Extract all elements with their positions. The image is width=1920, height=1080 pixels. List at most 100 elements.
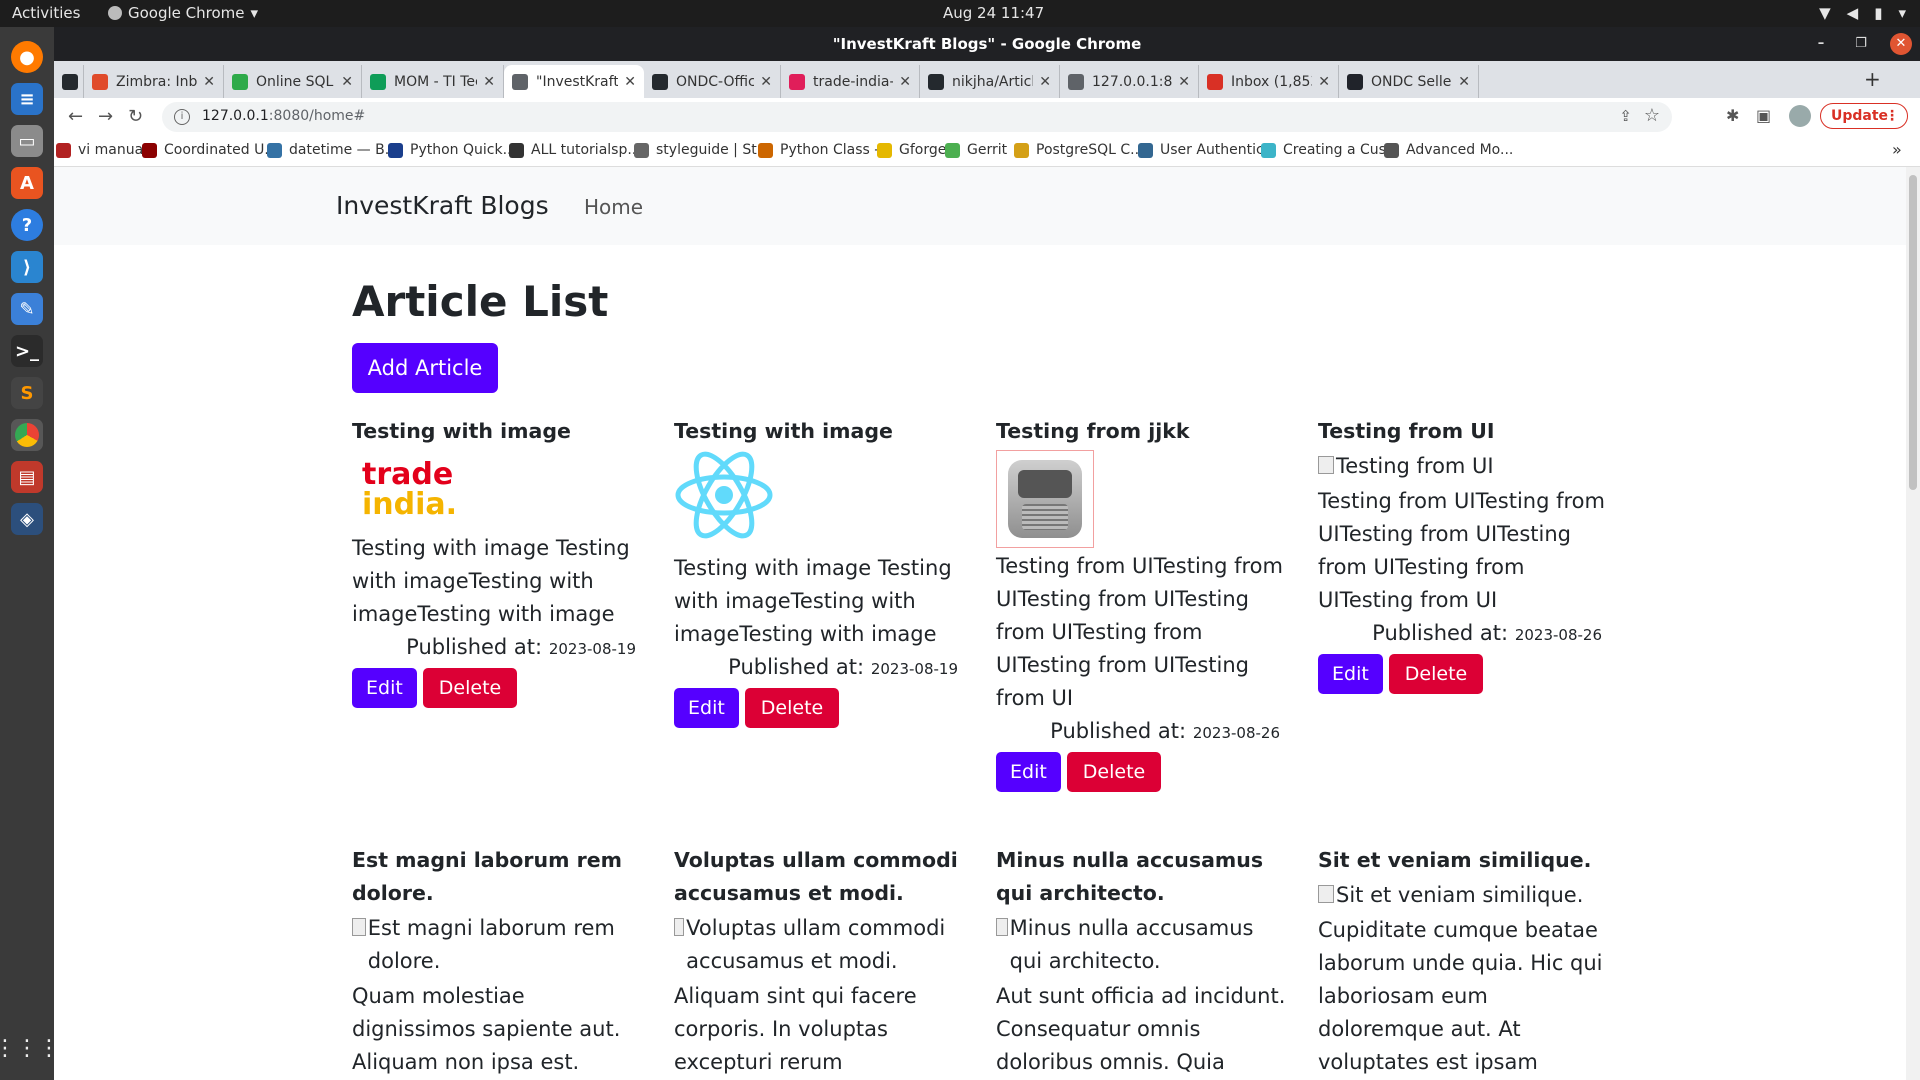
edit-button[interactable]: Edit [674, 688, 739, 728]
software-center-icon[interactable]: A [11, 167, 43, 199]
site-brand[interactable]: InvestKraft Blogs [336, 191, 549, 220]
chrome-dock-icon[interactable] [11, 419, 43, 451]
bookmark-item[interactable]: ALL tutorialsp... [509, 142, 641, 158]
bookmark-item[interactable]: Gerrit [945, 142, 1007, 158]
tab[interactable]: ONDC Seller Ap ✕ [1339, 65, 1479, 98]
reload-icon[interactable]: ↻ [128, 106, 143, 127]
tab-close-icon[interactable]: ✕ [1458, 74, 1470, 90]
tab[interactable]: trade-india-dev ✕ [781, 65, 920, 98]
tab[interactable]: 127.0.0.1:8080/ ✕ [1060, 65, 1199, 98]
published-date: 2023-08-26 [1514, 626, 1602, 644]
tab-close-icon[interactable]: ✕ [1039, 74, 1051, 90]
tab[interactable]: Zimbra: Inbox (✕ [84, 65, 224, 98]
dock: ● ≡ ▭ A ? ⟩ ✎ >_ S ▤ ◈ ⋮⋮⋮ [0, 27, 60, 1080]
add-article-button[interactable]: Add Article [352, 343, 498, 393]
tab[interactable] [54, 65, 84, 98]
document-viewer-icon[interactable]: ▤ [11, 461, 43, 493]
edit-button[interactable]: Edit [352, 668, 417, 708]
broken-image: Est magni laborum rem dolore. [352, 912, 642, 978]
tab[interactable]: MOM - TI Tech T ✕ [362, 65, 504, 98]
side-panel-icon[interactable]: ▣ [1756, 106, 1771, 125]
bookmark-favicon-icon [56, 142, 71, 158]
bookmark-label: PostgreSQL C... [1036, 142, 1144, 158]
edit-button[interactable]: Edit [996, 752, 1061, 792]
article-title: Minus nulla accusamus qui architecto. [996, 848, 1264, 905]
bookmark-item[interactable]: vi manual [56, 142, 147, 158]
delete-button[interactable]: Delete [422, 668, 518, 708]
article-body: Testing with image Testing with imageTes… [352, 536, 630, 626]
delete-button[interactable]: Delete [1066, 752, 1162, 792]
bookmark-item[interactable]: Python Quick... [388, 142, 516, 158]
minimize-icon[interactable]: – [1810, 33, 1832, 55]
profile-avatar[interactable] [1789, 105, 1811, 127]
extensions-icon[interactable]: ✱ [1726, 106, 1739, 125]
article-card: Voluptas ullam commodi accusamus et modi… [674, 844, 964, 1080]
share-icon[interactable]: ⇪ [1619, 107, 1632, 125]
tab-close-icon[interactable]: ✕ [899, 74, 911, 90]
mysql-workbench-icon[interactable]: ◈ [11, 503, 43, 535]
tab-active[interactable]: "InvestKraft Blo ✕ [504, 65, 644, 98]
text-editor-icon[interactable]: ✎ [11, 293, 43, 325]
article-card: Testing from jjkk Testing from UITesting … [996, 415, 1286, 792]
back-icon[interactable]: ← [68, 106, 83, 127]
bookmark-item[interactable]: styleguide | St... [634, 142, 770, 158]
tab-close-icon[interactable]: ✕ [483, 74, 495, 90]
bookmark-item[interactable]: Gforge [877, 142, 946, 158]
volume-icon: ◀ [1846, 4, 1859, 22]
system-tray[interactable]: ▼ ◀ ▮ ▾ [1819, 4, 1906, 22]
bookmark-item[interactable]: Coordinated U... [142, 142, 278, 158]
activities-button[interactable]: Activities [12, 4, 80, 22]
edit-button[interactable]: Edit [1318, 654, 1383, 694]
tab-close-icon[interactable]: ✕ [624, 74, 636, 90]
bookmark-star-icon[interactable]: ☆ [1644, 105, 1660, 126]
bookmark-item[interactable]: Advanced Mo... [1384, 142, 1513, 158]
vscode-icon[interactable]: ⟩ [11, 251, 43, 283]
close-icon[interactable]: ✕ [1890, 33, 1912, 55]
tab-close-icon[interactable]: ✕ [341, 74, 353, 90]
bookmark-item[interactable]: Creating a Cus... [1261, 142, 1399, 158]
url-text[interactable]: 127.0.0.1:8080/home# [202, 108, 365, 124]
address-bar[interactable]: i 127.0.0.1:8080/home# ⇪ ☆ [162, 102, 1672, 132]
terminal-icon[interactable]: >_ [11, 335, 43, 367]
tab-title: 127.0.0.1:8080/ [1092, 73, 1173, 90]
delete-button[interactable]: Delete [744, 688, 840, 728]
tab[interactable]: Inbox (1,853) - n ✕ [1199, 65, 1339, 98]
scrollbar-thumb[interactable] [1909, 175, 1917, 490]
show-apps-icon[interactable]: ⋮⋮⋮ [0, 1032, 60, 1064]
bookmark-item[interactable]: Python Class -... [758, 142, 893, 158]
bookmark-item[interactable]: PostgreSQL C... [1014, 142, 1144, 158]
forward-icon[interactable]: → [98, 106, 113, 127]
published-label: Published at: [1050, 719, 1187, 743]
firefox-icon[interactable]: ● [11, 41, 43, 73]
sublime-icon[interactable]: S [11, 377, 43, 409]
nav-home-link[interactable]: Home [584, 195, 643, 219]
tab-close-icon[interactable]: ✕ [203, 74, 215, 90]
delete-button[interactable]: Delete [1388, 654, 1484, 694]
app-menu[interactable]: Google Chrome ▾ [108, 4, 258, 22]
maximize-icon[interactable]: ❐ [1850, 33, 1872, 55]
tab[interactable]: ONDC-Official/ ✕ [644, 65, 781, 98]
update-button[interactable]: Update ⋮ [1820, 103, 1908, 129]
clock[interactable]: Aug 24 11:47 [943, 4, 1044, 22]
more-bookmarks-icon[interactable]: » [1892, 140, 1902, 159]
writer-icon[interactable]: ≡ [11, 83, 43, 115]
tab-close-icon[interactable]: ✕ [1178, 74, 1190, 90]
bookmark-item[interactable]: User Authentic... [1138, 142, 1277, 158]
files-icon[interactable]: ▭ [11, 125, 43, 157]
help-icon[interactable]: ? [11, 209, 43, 241]
globe-icon [512, 73, 528, 90]
tab[interactable]: Online SQL Mir ✕ [224, 65, 362, 98]
page-scrollbar[interactable] [1906, 167, 1920, 1080]
article-body: Testing from UITesting from UITesting fr… [1318, 489, 1605, 612]
tab-close-icon[interactable]: ✕ [760, 74, 772, 90]
bookmark-item[interactable]: datetime — B... [267, 142, 398, 158]
bookmark-label: Creating a Cus... [1283, 142, 1400, 158]
tab[interactable]: nikjha/ArticleP ✕ [920, 65, 1060, 98]
article-card: Testing with image trade india. Testing wit… [352, 415, 642, 708]
bookmark-label: Gerrit [967, 142, 1008, 158]
tab-title: trade-india-dev [813, 73, 893, 90]
site-info-icon[interactable]: i [174, 109, 190, 125]
article-body: Aut sunt officia ad incidunt. Consequatu… [996, 984, 1286, 1074]
new-tab-icon[interactable]: + [1864, 67, 1881, 91]
tab-close-icon[interactable]: ✕ [1318, 74, 1330, 90]
